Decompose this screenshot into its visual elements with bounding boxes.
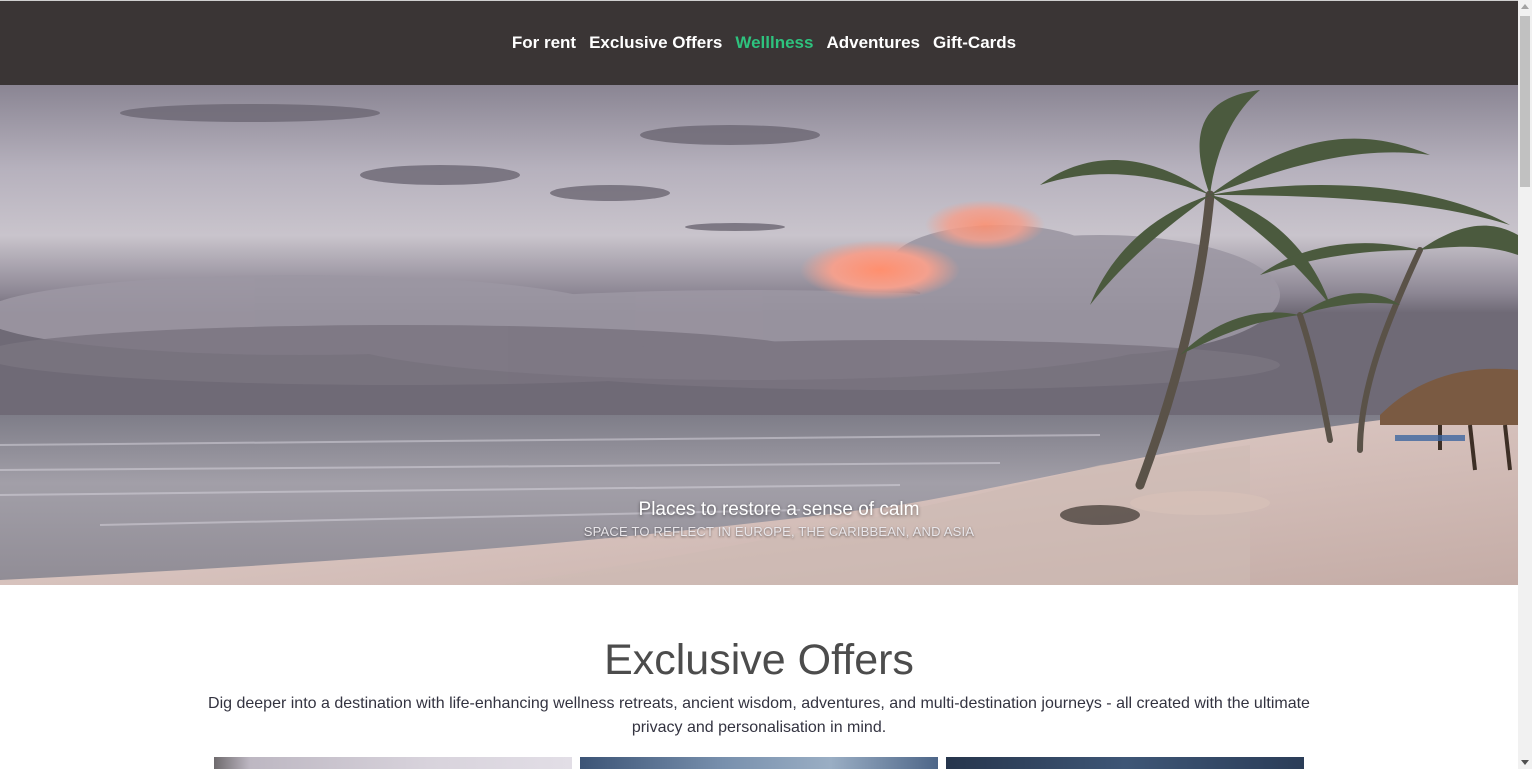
offer-card-image-1[interactable] xyxy=(214,757,572,769)
hero-caption: Places to restore a sense of calm SPACE … xyxy=(0,498,1518,539)
hero-banner: Places to restore a sense of calm SPACE … xyxy=(0,85,1518,585)
vertical-scrollbar[interactable] xyxy=(1518,0,1532,769)
hero-subtitle: SPACE TO REFLECT IN EUROPE, THE CARIBBEA… xyxy=(583,524,975,539)
nav-list: For rent Exclusive Offers Welllness Adve… xyxy=(512,33,1016,53)
offer-card-image-2[interactable] xyxy=(580,757,938,769)
nav-link-wellness[interactable]: Welllness xyxy=(735,33,813,53)
offers-description: Dig deeper into a destination with life-… xyxy=(208,695,1310,736)
page: For rent Exclusive Offers Welllness Adve… xyxy=(0,0,1518,769)
nav-link-gift-cards[interactable]: Gift-Cards xyxy=(933,33,1016,53)
nav-link-adventures[interactable]: Adventures xyxy=(826,33,920,53)
hero-title: Places to restore a sense of calm xyxy=(638,499,920,520)
main-navigation: For rent Exclusive Offers Welllness Adve… xyxy=(0,1,1518,85)
offer-card-image-3[interactable] xyxy=(946,757,1304,769)
nav-link-exclusive-offers[interactable]: Exclusive Offers xyxy=(589,33,722,53)
scrollbar-thumb[interactable] xyxy=(1520,16,1530,187)
scroll-down-arrow-icon[interactable] xyxy=(1521,760,1529,765)
scroll-up-arrow-icon[interactable] xyxy=(1521,4,1529,9)
offers-heading: Exclusive Offers xyxy=(604,636,914,684)
nav-link-for-rent[interactable]: For rent xyxy=(512,33,576,53)
